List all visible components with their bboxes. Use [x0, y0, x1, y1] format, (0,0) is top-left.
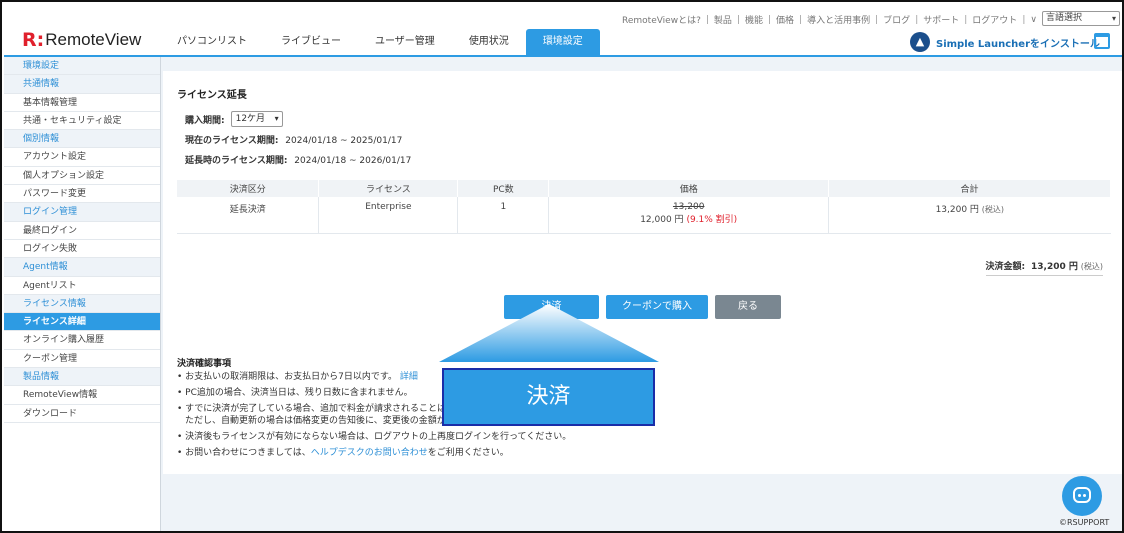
period-label: 購入期間:	[185, 115, 225, 126]
sidebar-item-basic-info[interactable]: 基本情報管理	[4, 94, 160, 112]
back-button[interactable]: 戻る	[715, 295, 781, 319]
sidebar-item-password[interactable]: パスワード変更	[4, 185, 160, 204]
sidebar: 環境設定 共通情報 基本情報管理 共通・セキュリティ設定 個別情報 アカウント設…	[4, 57, 161, 531]
page-title: ライセンス延長	[177, 90, 247, 101]
top-link-logout[interactable]: ログアウト	[972, 13, 1017, 26]
tab-pc-list[interactable]: パソコンリスト	[160, 29, 264, 55]
chevron-down-icon: ▾	[274, 114, 279, 123]
chatbot-icon[interactable]	[1062, 476, 1102, 516]
top-link-pricing[interactable]: 価格	[776, 13, 794, 26]
period-row: 購入期間: 12ケ月 ▾	[185, 111, 283, 127]
helpdesk-link[interactable]: ヘルプデスクのお問い合わせ	[311, 448, 428, 458]
chevron-down-icon[interactable]: ∨	[1030, 15, 1037, 25]
top-link-features[interactable]: 機能	[745, 13, 763, 26]
list-item: • お問い合わせにつきましては、ヘルプデスクのお問い合わせをご利用ください。	[177, 448, 509, 458]
period-select[interactable]: 12ケ月 ▾	[230, 111, 283, 127]
logo-mark: R:	[22, 29, 45, 51]
screenshot-frame: RemoteViewとは? | 製品 | 機能 | 価格 | 導入と活用事例 | ブログ |…	[0, 0, 1124, 533]
sidebar-item-security[interactable]: 共通・セキュリティ設定	[4, 112, 160, 131]
launcher-label: Simple Launcherをインストール	[936, 38, 1100, 50]
logo-text: RemoteView	[45, 30, 142, 49]
calendar-icon[interactable]	[1094, 33, 1110, 49]
sidebar-item-last-login[interactable]: 最終ログイン	[4, 222, 160, 240]
cell-license: Enterprise	[318, 197, 459, 234]
note-text: お問い合わせにつきましては、	[185, 448, 311, 458]
col-header-total: 合計	[828, 180, 1111, 197]
payment-total: 決済金額: 13,200 円 (税込)	[985, 259, 1103, 276]
col-header-pc-count: PC数	[457, 180, 550, 197]
sidebar-item-login-failures[interactable]: ログイン失敗	[4, 240, 160, 259]
tab-live-view[interactable]: ライブビュー	[264, 29, 358, 55]
language-select[interactable]: 言語選択 ▾	[1042, 11, 1120, 26]
table-header-row: 決済区分 ライセンス PC数 価格 合計	[177, 180, 1111, 197]
discounted-price: 12,000 円	[640, 215, 684, 225]
row-total: 13,200 円	[935, 205, 979, 215]
tab-usage[interactable]: 使用状況	[452, 29, 526, 55]
note-text: お支払いの取消期限は、お支払日から7日以内です。	[185, 372, 397, 382]
col-header-type: 決済区分	[177, 180, 320, 197]
sidebar-cat-product[interactable]: 製品情報	[4, 368, 160, 387]
sidebar-item-coupons[interactable]: クーポン管理	[4, 350, 160, 369]
current-license-row: 現在のライセンス期間: 2024/01/18 ~ 2025/01/17	[185, 133, 402, 146]
launcher-install-link[interactable]: ▲ Simple Launcherをインストール	[910, 32, 1100, 52]
original-price: 13,200	[672, 202, 705, 212]
logo[interactable]: R: RemoteView	[22, 29, 141, 51]
sidebar-cat-settings[interactable]: 環境設定	[4, 57, 160, 76]
cell-total: 13,200 円 (税込)	[828, 197, 1111, 234]
language-select-value: 言語選択	[1046, 13, 1083, 23]
note-suffix: をご利用ください。	[427, 448, 509, 458]
copyright: ©RSUPPORT	[1059, 518, 1110, 527]
extended-license-value: 2024/01/18 ~ 2026/01/17	[294, 156, 412, 166]
sidebar-item-remoteview-info[interactable]: RemoteView情報	[4, 386, 160, 405]
top-link-products[interactable]: 製品	[714, 13, 732, 26]
sidebar-item-license-details[interactable]: ライセンス詳細	[4, 313, 160, 332]
license-table: 決済区分 ライセンス PC数 価格 合計 延長決済 Enterprise 1 1…	[177, 180, 1111, 234]
discount-rate: (9.1% 割引)	[686, 215, 738, 225]
sidebar-item-agent-list[interactable]: Agentリスト	[4, 277, 160, 295]
sidebar-cat-individual[interactable]: 個別情報	[4, 130, 160, 149]
top-link-about[interactable]: RemoteViewとは?	[622, 13, 701, 26]
period-select-value: 12ケ月	[235, 114, 266, 124]
note-text: 決済後もライセンスが有効にならない場合は、ログアウトの上再度ログインを行ってくだ…	[185, 432, 572, 442]
current-license-value: 2024/01/18 ~ 2025/01/17	[285, 136, 403, 146]
extended-license-row: 延長時のライセンス期間: 2024/01/18 ~ 2026/01/17	[185, 153, 411, 166]
chevron-down-icon: ▾	[1111, 14, 1116, 23]
payment-total-amount: 13,200 円	[1031, 262, 1078, 272]
notes-title: 決済確認事項	[177, 359, 232, 369]
table-row: 延長決済 Enterprise 1 13,200 12,000 円 (9.1% …	[177, 197, 1111, 234]
top-link-cases[interactable]: 導入と活用事例	[807, 13, 870, 26]
sidebar-cat-login[interactable]: ログイン管理	[4, 203, 160, 222]
top-links: RemoteViewとは? | 製品 | 機能 | 価格 | 導入と活用事例 | ブログ |…	[622, 13, 1037, 27]
row-tax-note: (税込)	[981, 205, 1005, 214]
tab-user-management[interactable]: ユーザー管理	[358, 29, 452, 55]
list-item: • 決済後もライセンスが有効にならない場合は、ログアウトの上再度ログインを行って…	[177, 432, 572, 442]
sidebar-item-download[interactable]: ダウンロード	[4, 405, 160, 423]
cell-type: 延長決済	[177, 197, 320, 234]
cell-pc-count: 1	[457, 197, 550, 234]
robot-face-icon	[1073, 487, 1091, 503]
callout-highlight: 決済	[442, 368, 655, 426]
top-link-support[interactable]: サポート	[923, 13, 959, 26]
extended-license-label: 延長時のライセンス期間:	[185, 156, 288, 166]
payment-total-tax: (税込)	[1080, 262, 1103, 271]
sidebar-item-purchase-history[interactable]: オンライン購入履歴	[4, 331, 160, 350]
sidebar-item-personal-options[interactable]: 個人オプション設定	[4, 167, 160, 186]
main-nav: パソコンリスト ライブビュー ユーザー管理 使用状況 環境設定	[160, 29, 600, 55]
sidebar-item-account[interactable]: アカウント設定	[4, 148, 160, 167]
col-header-license: ライセンス	[318, 180, 459, 197]
tab-settings[interactable]: 環境設定	[525, 29, 600, 55]
top-link-blog[interactable]: ブログ	[883, 13, 910, 26]
callout-pointer	[439, 304, 659, 362]
sidebar-cat-license[interactable]: ライセンス情報	[4, 294, 160, 314]
main-content: ライセンス延長 購入期間: 12ケ月 ▾ 現在のライセンス期間: 2024/01…	[161, 57, 1122, 531]
note-text: PC追加の場合、決済当日は、残り日数に含まれません。	[185, 388, 413, 398]
current-license-label: 現在のライセンス期間:	[185, 136, 279, 146]
cell-price: 13,200 12,000 円 (9.1% 割引)	[548, 197, 830, 234]
col-header-price: 価格	[548, 180, 830, 197]
payment-total-label: 決済金額:	[985, 262, 1026, 272]
sidebar-cat-common[interactable]: 共通情報	[4, 75, 160, 94]
details-link[interactable]: 詳細	[400, 372, 418, 382]
sidebar-cat-agent[interactable]: Agent情報	[4, 258, 160, 277]
rocket-icon: ▲	[910, 32, 930, 52]
